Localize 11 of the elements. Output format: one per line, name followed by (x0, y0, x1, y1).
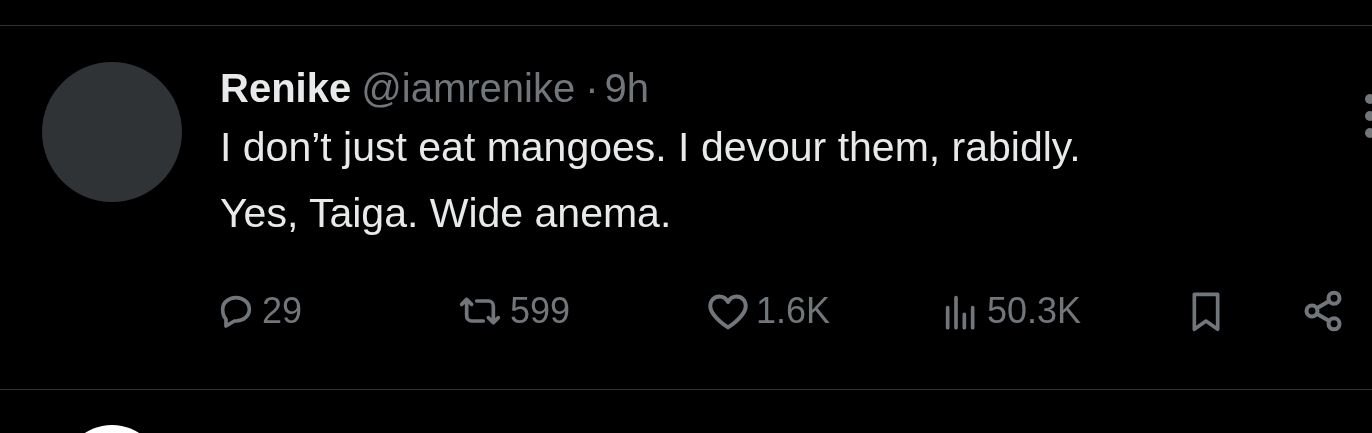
reply-button[interactable]: 29 (216, 284, 456, 338)
separator-dot: · (585, 65, 599, 112)
more-options-icon[interactable] (1362, 94, 1372, 138)
tweet-text: I don’t just eat mangoes. I devour them, rabidly. Yes, Taiga. Wide anema. (220, 123, 1082, 238)
user-handle[interactable]: @iamrenike (361, 62, 576, 114)
views-button[interactable]: 50.3K (941, 284, 1186, 338)
repost-button[interactable]: 599 (456, 284, 706, 338)
timestamp[interactable]: 9h (604, 62, 649, 114)
heart-icon (706, 291, 750, 331)
user-name[interactable]: Renike (220, 62, 352, 114)
like-button[interactable]: 1.6K (706, 284, 941, 338)
